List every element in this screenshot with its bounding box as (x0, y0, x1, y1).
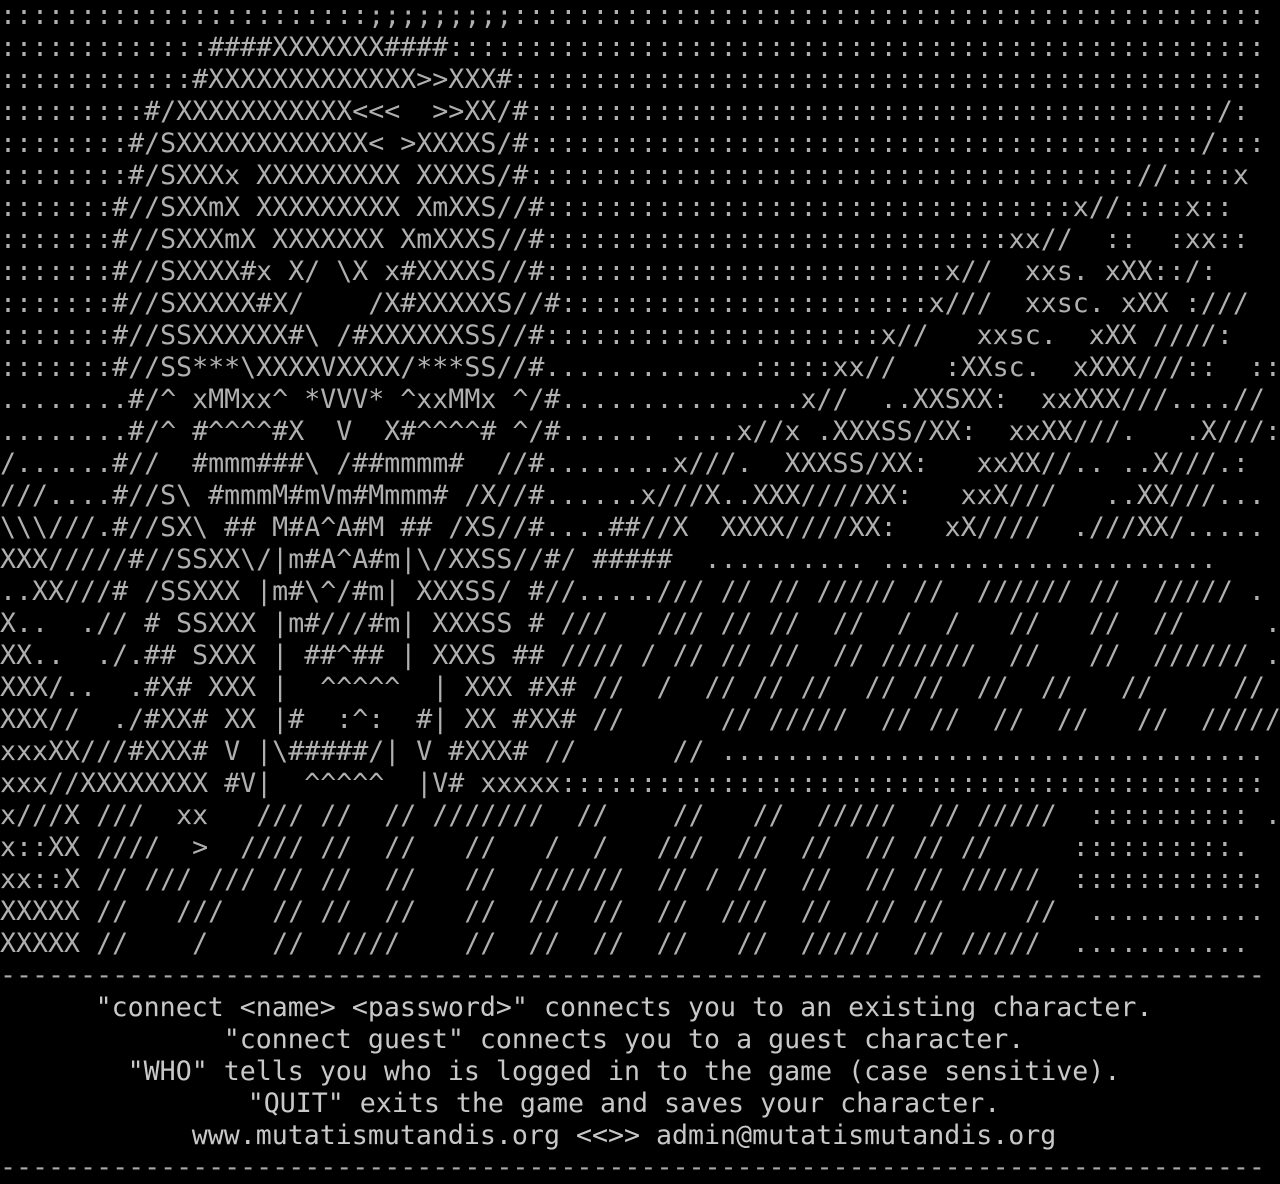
separator-bottom: ----------------------------------------… (0, 1152, 1265, 1183)
help-line-contact: www.mutatismutandis.org <<>> admin@mutat… (191, 1120, 1057, 1151)
ascii-art-banner: :::::::::::::::::::::::;;;;;;;;;::::::::… (0, 0, 1280, 960)
ascii-art-line: xxx//XXXXXXXX #V| ^^^^^ |V# xxxxx:::::::… (0, 768, 1280, 799)
ascii-art-line: XXXXX // / // //// // // // // // ///// … (0, 928, 1249, 959)
ascii-art-line: x///X /// xx /// // // /////// // // // … (0, 800, 1280, 831)
help-line-quit: "QUIT" exits the game and saves your cha… (247, 1088, 1001, 1119)
ascii-art-line: :::::::#//SXXmX XXXXXXXXX XmXXS//#::::::… (0, 192, 1233, 223)
ascii-art-line: :::::::::#/XXXXXXXXXXX<<< >>XX/#::::::::… (0, 96, 1249, 127)
ascii-art-line: xxxXX///#XXX# V |\#####/| V #XXX# // // … (0, 736, 1280, 767)
ascii-art-line: \\\///.#//SX\ ## M#A^A#M ## /XS//#....##… (0, 512, 1265, 543)
ascii-art-line: /......#// #mmm###\ /##mmmm# //#........… (0, 448, 1249, 479)
ascii-art-line: :::::::#//SSXXXXXX#\ /#XXXXXXSS//#::::::… (0, 320, 1233, 351)
ascii-art-line: XX.. ./.## SXXX | ##^## | XXXS ## //// /… (0, 640, 1280, 671)
login-help-text: "connect <name> <password>" connects you… (0, 992, 1280, 1152)
ascii-art-line: x::XX //// > //// // // // / / /// // //… (0, 832, 1249, 863)
ascii-art-line: XXX// ./#XX# XX |# :^: #| XX #XX# // // … (0, 704, 1280, 735)
ascii-art-line: ::::::::#/SXXXXXXXXXXXX< >XXXXS/#:::::::… (0, 128, 1265, 159)
ascii-art-line: ::::::::::::#XXXXXXXXXXXXX>>XXX#::::::::… (0, 64, 1265, 95)
ascii-art-line: XXX/////#//SSXX\/|m#A^A#m|\/XXSS//#/ ###… (0, 544, 1217, 575)
ascii-art-line: X.. .// # SSXXX |m#///#m| XXXSS # /// //… (0, 608, 1280, 639)
ascii-art-line: :::::::#//SXXXmX XXXXXXX XmXXXS//#::::::… (0, 224, 1249, 255)
ascii-art-line: XXX/.. .#X# XXX | ^^^^^ | XXX #X# // / /… (0, 672, 1280, 703)
terminal-screen[interactable]: :::::::::::::::::::::::;;;;;;;;;::::::::… (0, 0, 1280, 1184)
ascii-art-line: :::::::#//SXXXX#x X/ \X x#XXXXS//#::::::… (0, 256, 1217, 287)
ascii-art-line: ..XX///# /SSXXX |m#\^/#m| XXXSS/ #//....… (0, 576, 1265, 607)
ascii-art-line: ///....#//S\ #mmmM#mVm#Mmmm# /X//#......… (0, 480, 1265, 511)
ascii-art-line: ........#/^ xMMxx^ *VVV* ^xxMMx ^/#.....… (0, 384, 1265, 415)
help-line-connect: "connect <name> <password>" connects you… (95, 992, 1153, 1023)
ascii-art-line: :::::::::::::####XXXXXXX####::::::::::::… (0, 32, 1265, 63)
help-line-who: "WHO" tells you who is logged in to the … (127, 1056, 1121, 1087)
separator-top: ----------------------------------------… (0, 960, 1265, 991)
ascii-art-line: :::::::::::::::::::::::;;;;;;;;;::::::::… (0, 0, 1265, 31)
ascii-art-line: xx::X // /// /// // // // // ////// // /… (0, 864, 1265, 895)
ascii-art-line: ........#/^ #^^^^#X V X#^^^^# ^/#...... … (0, 416, 1280, 447)
ascii-art-line: :::::::#//SXXXXX#X/ /X#XXXXXS//#::::::::… (0, 288, 1249, 319)
help-line-guest: "connect guest" connects you to a guest … (223, 1024, 1025, 1055)
ascii-art-line: ::::::::#/SXXXx XXXXXXXXX XXXXS/#:::::::… (0, 160, 1249, 191)
ascii-art-line: XXXXX // /// // // // // // // // /// //… (0, 896, 1265, 927)
ascii-art-line: :::::::#//SS***\XXXXVXXXX/***SS//#......… (0, 352, 1280, 383)
